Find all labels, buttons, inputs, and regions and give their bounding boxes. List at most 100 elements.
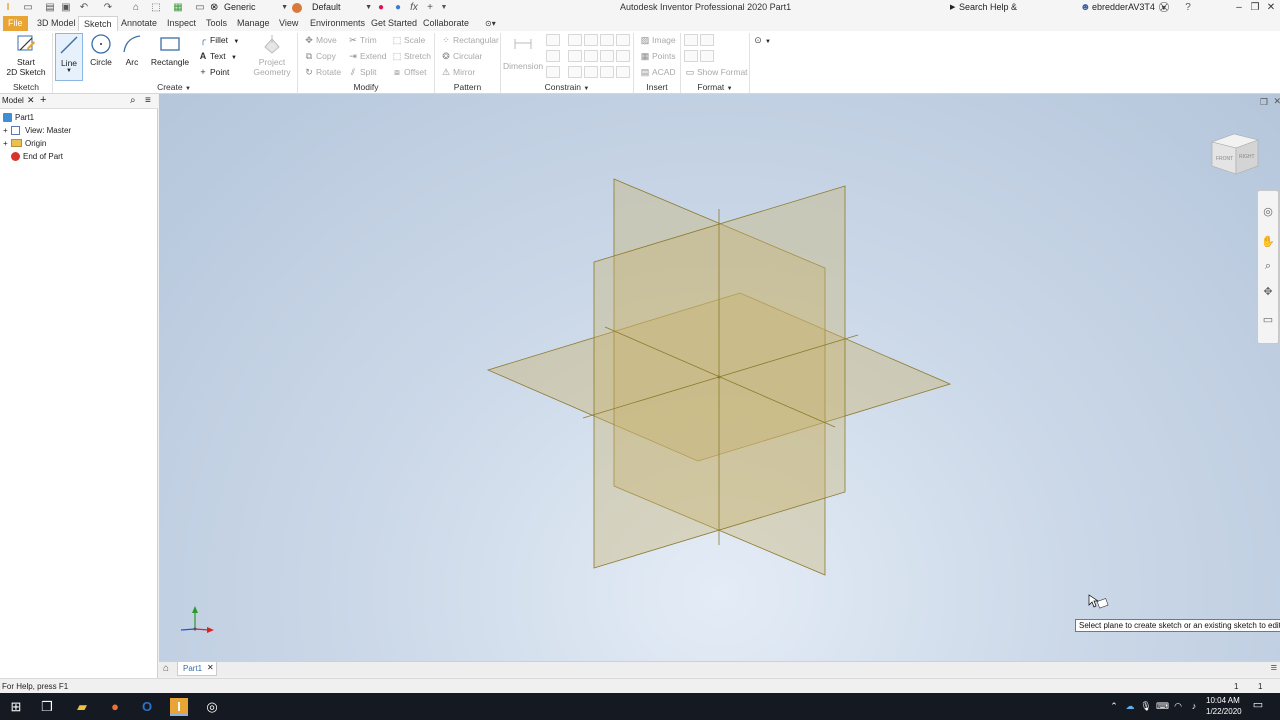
points-button[interactable]: ▦ Points (639, 49, 676, 63)
onedrive-icon[interactable]: ☁ (1124, 700, 1136, 712)
tab-collaborate[interactable]: Collaborate (418, 16, 474, 31)
move-button[interactable]: ✥ Move (303, 33, 337, 47)
home-icon[interactable]: ⌂ (130, 2, 142, 14)
redo-icon[interactable]: ↷ (102, 2, 114, 14)
orbit-icon[interactable]: ✥ (1261, 285, 1275, 299)
split-button[interactable]: ⫽ Split (347, 65, 377, 79)
tab-manage[interactable]: Manage (232, 16, 275, 31)
ribbon-options-icon[interactable]: ⊙▾ (480, 16, 501, 31)
task-view-icon[interactable]: ❒ (38, 698, 56, 716)
show-format-button[interactable]: ▭ Show Format (684, 65, 748, 79)
expand-icon[interactable]: + (3, 124, 8, 137)
panel-label-constrain[interactable]: Constrain ▼ (501, 82, 633, 92)
search-icon[interactable]: ⌕ (130, 95, 136, 106)
tab-view[interactable]: View (274, 16, 303, 31)
tree-item-origin[interactable]: + Origin (3, 137, 46, 150)
tab-environments[interactable]: Environments (305, 16, 370, 31)
clear-override-icon[interactable]: ● (392, 2, 404, 14)
acad-button[interactable]: ▤ ACAD (639, 65, 676, 79)
inventor-logo-icon[interactable]: I (2, 2, 14, 14)
print-icon[interactable]: ▭ (194, 2, 206, 14)
center-point[interactable] (717, 375, 721, 379)
tree-item-end-of-part[interactable]: End of Part (11, 150, 63, 163)
graphics-viewport[interactable]: ❐ ✕ FRONT RIGHT ◎ ✋ ⌕ ✥ ▭ Select plane t… (159, 94, 1280, 661)
constraint-concentric-icon[interactable] (546, 66, 560, 78)
browser-tab-model[interactable]: Model (2, 96, 24, 105)
microphone-icon[interactable]: 🎙 (1140, 700, 1152, 712)
rectangular-pattern-button[interactable]: ⁘ Rectangular (440, 33, 499, 47)
mirror-button[interactable]: ⚠ Mirror (440, 65, 475, 79)
constraint-settings-icon[interactable] (600, 66, 614, 78)
text-button[interactable]: A Text ▼ (197, 49, 237, 63)
clock-date[interactable]: 1/22/2020 (1206, 707, 1242, 716)
update-icon[interactable]: ▦ (172, 2, 184, 14)
panel-label-format[interactable]: Format ▼ (681, 82, 749, 92)
tray-expand-icon[interactable]: ⌃ (1108, 700, 1120, 712)
pan-icon[interactable]: ✋ (1261, 235, 1275, 249)
add-browser-icon[interactable]: + (40, 94, 46, 106)
select-icon[interactable]: ⬚ (150, 2, 162, 14)
constraint-symmetric-icon[interactable] (568, 66, 582, 78)
zoom-icon[interactable]: ⌕ (1261, 259, 1275, 273)
doc-tab-part1[interactable]: Part1 ✕ (177, 662, 217, 676)
outlook-icon[interactable]: O (138, 698, 156, 716)
material-select[interactable]: ⊗ Generic ▼ (210, 1, 288, 14)
wifi-icon[interactable]: ◠ (1172, 700, 1184, 712)
expand-icon[interactable]: + (3, 137, 8, 150)
windows-start-icon[interactable]: ⊞ (7, 698, 25, 716)
arc-button[interactable]: Arc (120, 33, 144, 67)
chrome-icon[interactable]: ◎ (203, 698, 221, 716)
tab-annotate[interactable]: Annotate (116, 16, 162, 31)
line-button[interactable]: Line ▼ (55, 33, 83, 81)
constraint-equal-icon[interactable] (616, 50, 630, 62)
tab-get-started[interactable]: Get Started (366, 16, 422, 31)
maximize-view-icon[interactable]: ❐ (1260, 97, 1268, 108)
project-geometry-button[interactable]: Project Geometry (252, 33, 292, 77)
close-view-icon[interactable]: ✕ (1273, 96, 1280, 107)
close-button[interactable]: ✕ (1262, 0, 1280, 16)
user-account[interactable]: ☻ ebredderAV3T4 ▼ (1080, 1, 1167, 14)
constraint-tangent-icon[interactable] (600, 34, 614, 46)
new-file-icon[interactable]: ▭ (22, 2, 34, 14)
constraint-parallel-icon[interactable] (584, 34, 598, 46)
open-file-icon[interactable]: ▤ (44, 2, 56, 14)
scale-button[interactable]: ⬚ Scale (391, 33, 426, 47)
add-icon[interactable]: + (424, 2, 436, 14)
help-icon[interactable]: ? (1182, 2, 1194, 14)
undo-icon[interactable]: ↶ (78, 2, 90, 14)
stretch-button[interactable]: ⬚ Stretch (391, 49, 431, 63)
rotate-button[interactable]: ↻ Rotate (303, 65, 341, 79)
tab-tools[interactable]: Tools (201, 16, 232, 31)
network-icon[interactable]: ⌨ (1156, 700, 1169, 712)
tab-sketch[interactable]: Sketch (78, 16, 118, 31)
constraint-perpendicular-icon[interactable] (568, 34, 582, 46)
volume-icon[interactable]: ♪ (1188, 700, 1200, 712)
save-icon[interactable]: ▣ (60, 2, 72, 14)
close-icon[interactable]: ✕ (27, 95, 35, 106)
constraint-fix-icon[interactable] (616, 34, 630, 46)
clock-time[interactable]: 10:04 AM (1206, 696, 1240, 705)
notifications-icon[interactable]: ▭ (1252, 699, 1264, 711)
customize-icon[interactable]: ▼ (438, 2, 450, 14)
origin-planes[interactable] (159, 94, 1280, 661)
tab-menu-icon[interactable]: ≡ (1271, 662, 1277, 674)
cart-icon[interactable]: ⛒ (1158, 2, 1170, 14)
constraint-smooth-icon[interactable] (568, 50, 582, 62)
constraint-show-icon[interactable] (584, 66, 598, 78)
appearance-select[interactable]: Default ▼ (292, 1, 372, 14)
look-at-icon[interactable]: ▭ (1261, 313, 1275, 327)
tab-3d-model[interactable]: 3D Model (32, 16, 81, 31)
center-point-icon[interactable] (684, 50, 698, 62)
circle-button[interactable]: Circle (88, 33, 114, 67)
finish-sketch-dropdown[interactable]: ⊙ ▼ (752, 33, 771, 47)
home-tab-icon[interactable]: ⌂ (163, 663, 169, 674)
tree-item-part[interactable]: Part1 (3, 111, 34, 124)
constraint-delete-icon[interactable] (616, 66, 630, 78)
file-explorer-icon[interactable]: ▰ (73, 698, 91, 716)
start-2d-sketch-button[interactable]: Start 2D Sketch (6, 33, 46, 77)
constraint-horizontal-icon[interactable] (584, 50, 598, 62)
copy-button[interactable]: ⧉ Copy (303, 49, 336, 63)
constraint-collinear-icon[interactable] (546, 50, 560, 62)
offset-button[interactable]: ⧈ Offset (391, 65, 426, 79)
fillet-button[interactable]: ╭ Fillet ▼ (197, 33, 239, 47)
